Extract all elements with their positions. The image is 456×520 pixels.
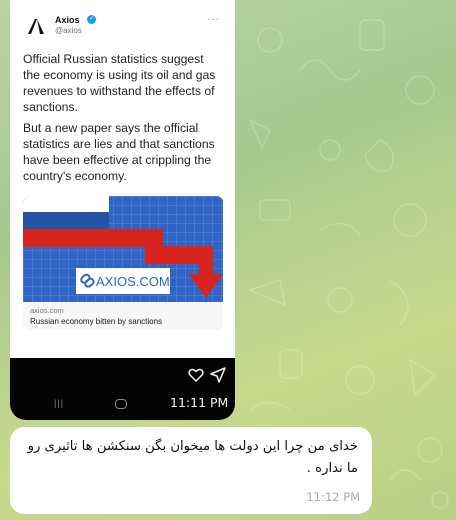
more-icon[interactable]: ··· <box>207 14 220 25</box>
link-image-text: AXIOS.COM <box>96 274 170 289</box>
verified-icon: ✓ <box>87 15 96 24</box>
message-time: 11:12 PM <box>306 490 360 504</box>
heart-icon[interactable] <box>188 368 204 382</box>
axios-logo-icon <box>28 19 44 34</box>
tweet-screenshot[interactable]: Axios ✓ @axios ··· Official Russian stat… <box>12 0 223 358</box>
recents-nav-icon: ||| <box>54 398 65 408</box>
link-preview-image: AXIOS.COM <box>23 196 223 302</box>
send-icon[interactable] <box>210 367 226 383</box>
home-nav-icon <box>115 399 127 409</box>
account-handle: @axios <box>55 26 82 35</box>
tweet-paragraph-1: Official Russian statistics suggest the … <box>23 52 216 114</box>
account-name: Axios <box>55 15 80 25</box>
tweet-body: Official Russian statistics suggest the … <box>23 51 223 189</box>
image-message-time: 11:11 PM <box>170 395 229 410</box>
tweet-paragraph-2: But a new paper says the official statis… <box>23 121 215 183</box>
phone-bottom-bar: ||| 11:11 PM <box>10 358 235 420</box>
link-title: Russian economy bitten by sanctions <box>30 317 163 326</box>
tweet-header: Axios ✓ @axios ··· <box>24 14 223 40</box>
message-text: خدای من چرا این دولت ها میخوان بگن سنکشن… <box>27 439 358 476</box>
link-preview-card[interactable]: AXIOS.COM axios.com Russian economy bitt… <box>23 196 223 330</box>
text-message-bubble[interactable]: خدای من چرا این دولت ها میخوان بگن سنکشن… <box>10 427 372 514</box>
link-domain: axios.com <box>30 306 64 315</box>
